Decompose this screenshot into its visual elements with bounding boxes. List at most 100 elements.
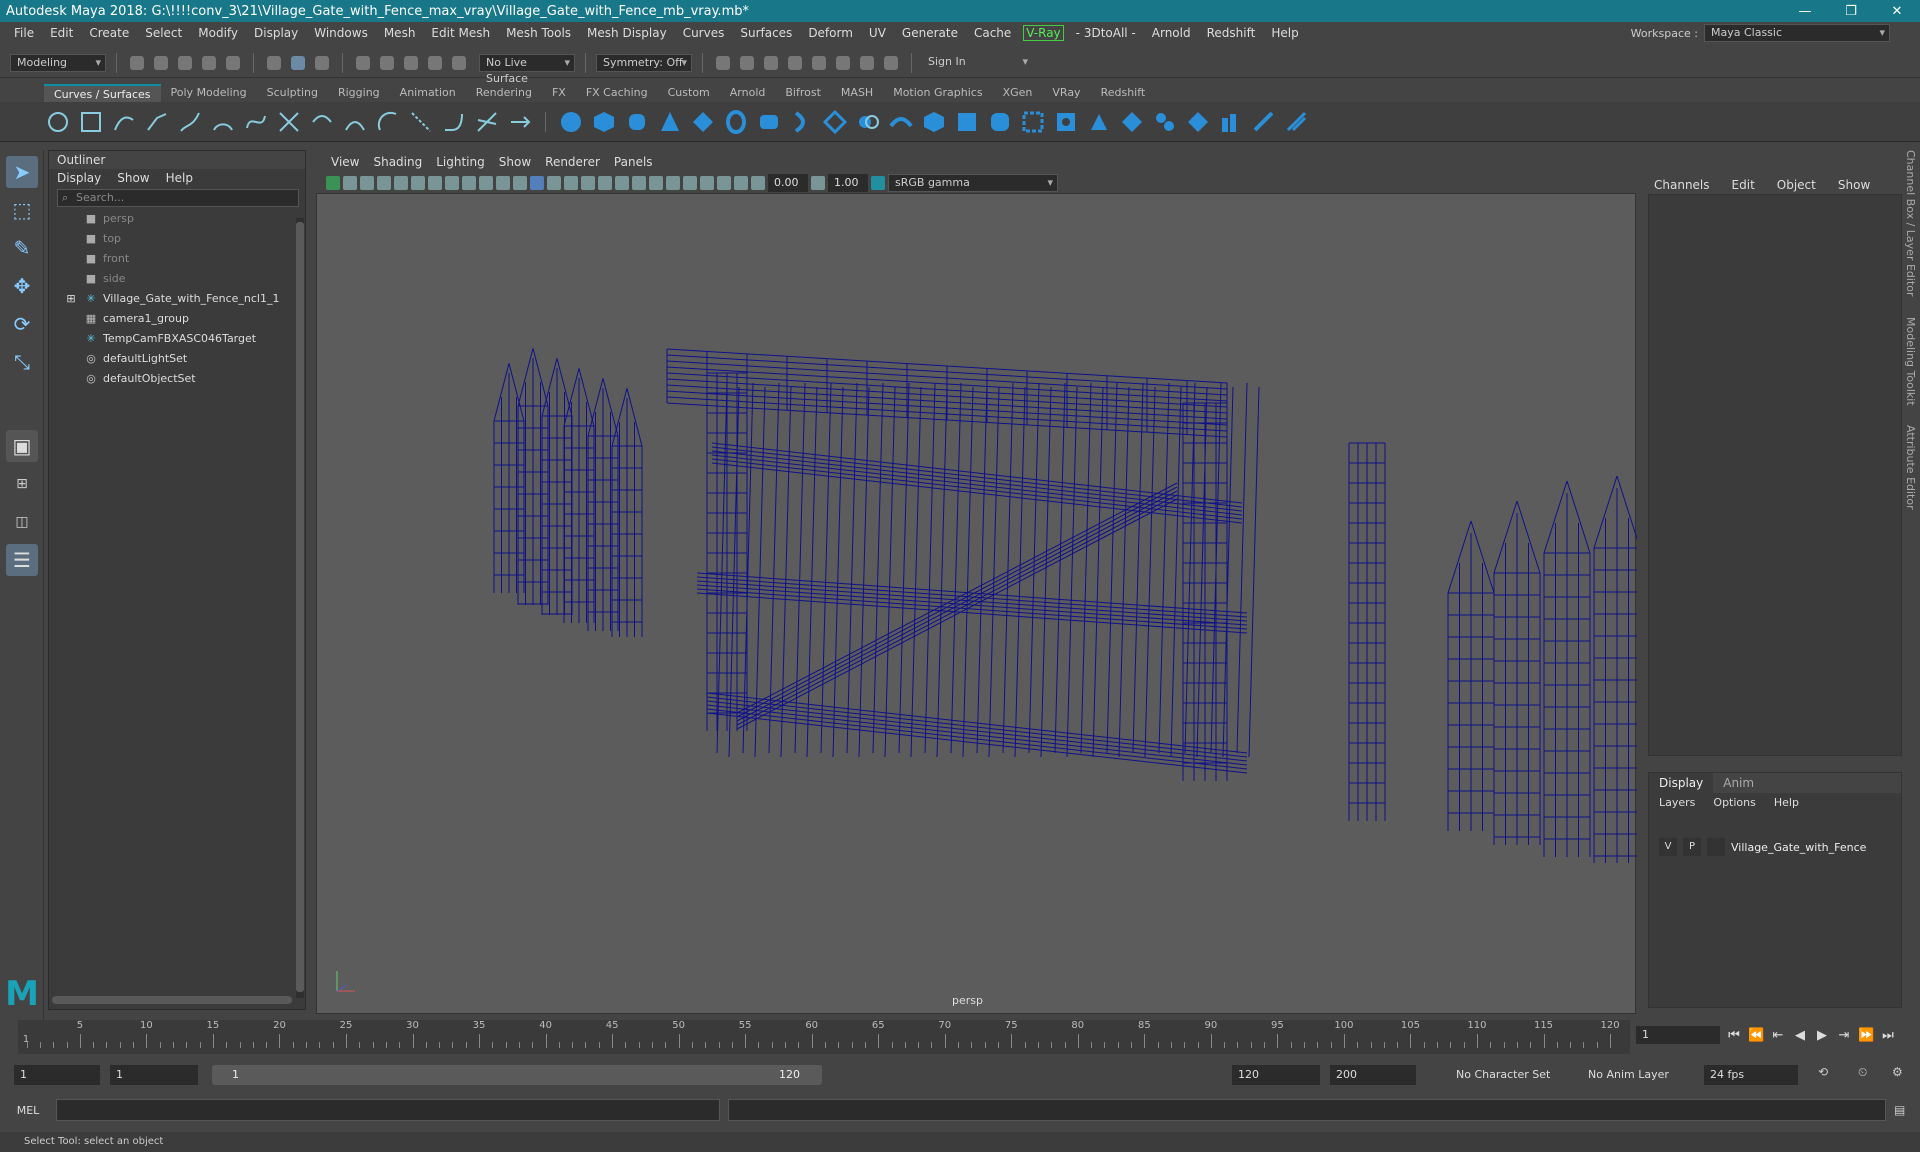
film-gate-icon[interactable] [445, 175, 459, 190]
resolution-gate-icon[interactable] [462, 175, 476, 190]
select-camera-icon[interactable] [326, 175, 340, 190]
maximize-button[interactable]: ❐ [1828, 4, 1874, 19]
side-tab-channel-box-layer-editor[interactable]: Channel Box / Layer Editor [1904, 150, 1917, 297]
layer-type-toggle[interactable] [1707, 838, 1725, 856]
play-forward-icon[interactable]: ▶ [1814, 1028, 1830, 1043]
minimize-button[interactable]: — [1782, 4, 1828, 19]
render-settings-icon[interactable] [788, 55, 802, 70]
exposure-icon[interactable] [751, 175, 765, 190]
single-pane-icon[interactable]: ▣ [6, 430, 38, 462]
nurbs-plane-icon[interactable] [689, 108, 717, 136]
shelf-tab-poly-modeling[interactable]: Poly Modeling [161, 84, 257, 102]
outliner-item[interactable]: ◎ defaultLightSet [49, 349, 305, 369]
step-back-frame-icon[interactable]: ⇤ [1770, 1028, 1786, 1043]
outliner-menu-show[interactable]: Show [117, 169, 149, 187]
close-button[interactable]: ✕ [1874, 4, 1920, 19]
mel-input[interactable] [56, 1099, 720, 1121]
bezier-icon[interactable] [242, 108, 270, 136]
smooth-shade-icon[interactable] [547, 175, 561, 190]
menu-curves[interactable]: Curves [675, 26, 733, 40]
paint-select-icon[interactable]: ✎ [6, 232, 38, 264]
square-surface-icon[interactable] [953, 108, 981, 136]
select-tool-icon[interactable]: ➤ [6, 156, 38, 188]
shelf-tab-rigging[interactable]: Rigging [328, 84, 390, 102]
planar-icon[interactable] [821, 108, 849, 136]
surface-detach-icon[interactable] [1118, 108, 1146, 136]
nurbs-circle-icon[interactable] [44, 108, 72, 136]
arc-icon[interactable] [209, 108, 237, 136]
lasso-tool-icon[interactable]: ⬚ [6, 194, 38, 226]
viewport-menu-panels[interactable]: Panels [607, 155, 660, 169]
side-tab-attribute-editor[interactable]: Attribute Editor [1904, 425, 1917, 510]
trim-tool-icon[interactable] [1019, 108, 1047, 136]
scale-tool-icon[interactable]: ⤡ [6, 346, 38, 378]
isolate-select-icon[interactable] [683, 175, 697, 190]
safe-action-icon[interactable] [513, 175, 527, 190]
outliner-item[interactable]: ▦ camera1_group [49, 309, 305, 329]
bookmark-icon[interactable] [360, 175, 374, 190]
outliner-menu-display[interactable]: Display [57, 169, 101, 187]
loop-icon[interactable]: ⟲ [1818, 1065, 1828, 1079]
camera-attributes-icon[interactable] [343, 175, 357, 190]
curve-offset-icon[interactable] [374, 108, 402, 136]
outliner-item[interactable]: ⊞ ✳ Village_Gate_with_Fence_ncl1_1 [49, 289, 305, 309]
rebuild-surface-icon[interactable] [1283, 108, 1311, 136]
vray-render-icon[interactable] [836, 55, 850, 70]
boundary-icon[interactable] [920, 108, 948, 136]
render-frame-icon[interactable] [740, 55, 754, 70]
menu-surfaces[interactable]: Surfaces [732, 26, 800, 40]
select-hierarchy-icon[interactable] [267, 55, 281, 70]
outliner-item[interactable]: ■ persp [49, 209, 305, 229]
gate-mask-icon[interactable] [479, 175, 493, 190]
menu-modify[interactable]: Modify [190, 26, 246, 40]
outliner-item[interactable]: ■ side [49, 269, 305, 289]
menu-generate[interactable]: Generate [894, 26, 966, 40]
curve-cut-icon[interactable] [275, 108, 303, 136]
shadows-icon[interactable] [615, 175, 629, 190]
nurbs-cube-icon[interactable] [590, 108, 618, 136]
wireframe-on-shaded-icon[interactable] [564, 175, 578, 190]
shelf-tab-fx[interactable]: FX [542, 84, 576, 102]
step-forward-frame-icon[interactable]: ⇥ [1836, 1028, 1852, 1043]
range-slider[interactable]: 1 120 [212, 1065, 822, 1085]
backface-culling-icon[interactable] [734, 175, 748, 190]
move-tool-icon[interactable]: ✥ [6, 270, 38, 302]
animation-start-field[interactable]: 1 [14, 1065, 100, 1085]
channel-menu-show[interactable]: Show [1838, 174, 1870, 196]
go-to-end-icon[interactable]: ⏭ [1880, 1028, 1896, 1043]
menu-vray[interactable]: V-Ray [1023, 25, 1064, 41]
auto-key-icon[interactable]: ⏲ [1858, 1065, 1867, 1080]
loft-icon[interactable] [755, 108, 783, 136]
outliner-item[interactable]: ✳ TempCamFBXASC046Target [49, 329, 305, 349]
lights-icon[interactable] [598, 175, 612, 190]
vray-ipr-icon[interactable] [860, 55, 874, 70]
layer-tab-display[interactable]: Display [1649, 773, 1714, 793]
select-component-icon[interactable] [315, 55, 329, 70]
shelf-tab-vray[interactable]: VRay [1042, 84, 1090, 102]
time-slider[interactable]: 1 5 10 15 20 25 30 35 40 45 50 55 60 65 70 75 80 85 90 95 1… [18, 1020, 1630, 1054]
menu-edit[interactable]: Edit [42, 26, 81, 40]
shelf-tab-bifrost[interactable]: Bifrost [775, 84, 831, 102]
fps-dropdown[interactable]: 24 fps [1704, 1065, 1798, 1085]
channel-menu-edit[interactable]: Edit [1732, 174, 1755, 196]
surface-attach-icon[interactable] [1085, 108, 1113, 136]
menu-mesh-display[interactable]: Mesh Display [579, 26, 675, 40]
layer-menu-layers[interactable]: Layers [1659, 793, 1695, 813]
viewport-menu-lighting[interactable]: Lighting [429, 155, 492, 169]
menu-deform[interactable]: Deform [800, 26, 861, 40]
outliner-hscrollbar[interactable] [52, 996, 292, 1004]
side-tab-modeling-toolkit[interactable]: Modeling Toolkit [1904, 317, 1917, 406]
grease-pencil-icon[interactable] [411, 175, 425, 190]
outliner-layout-icon[interactable]: ☰ [6, 544, 38, 576]
outliner-search-input[interactable]: ⌕ Search... [57, 189, 299, 207]
extrude-icon[interactable] [854, 108, 882, 136]
playback-start-field[interactable]: 1 [110, 1065, 198, 1085]
snap-surface-icon[interactable] [452, 55, 466, 70]
layer-playback-toggle[interactable]: P [1683, 838, 1701, 856]
layer-tab-anim[interactable]: Anim [1713, 773, 1764, 793]
layer-menu-help[interactable]: Help [1774, 793, 1799, 813]
sculpt-geometry-icon[interactable] [1217, 108, 1245, 136]
nurbs-square-icon[interactable] [77, 108, 105, 136]
shelf-tab-curves-surfaces[interactable]: Curves / Surfaces [44, 84, 161, 102]
curve-extend-icon[interactable] [506, 108, 534, 136]
